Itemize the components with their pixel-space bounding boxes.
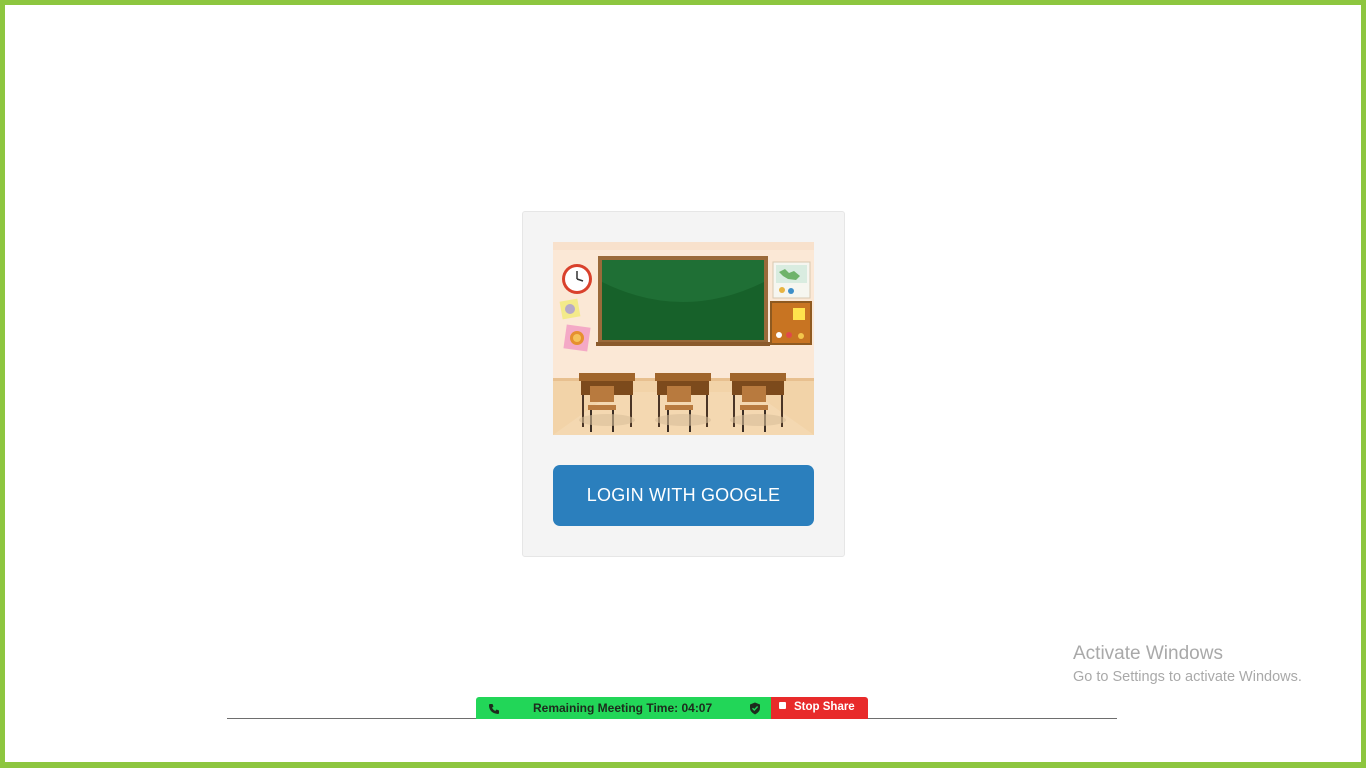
meeting-status-bar[interactable]: Remaining Meeting Time: 04:07 bbox=[476, 697, 771, 719]
classroom-illustration bbox=[553, 242, 814, 435]
login-card: LOGIN WITH GOOGLE bbox=[522, 211, 845, 557]
watermark-subtitle: Go to Settings to activate Windows. bbox=[1073, 669, 1302, 685]
shield-check-icon bbox=[749, 702, 761, 715]
login-with-google-button[interactable]: LOGIN WITH GOOGLE bbox=[553, 465, 814, 526]
remaining-meeting-time: Remaining Meeting Time: 04:07 bbox=[533, 701, 713, 715]
watermark-title: Activate Windows bbox=[1073, 643, 1223, 664]
stop-share-label: Stop Share bbox=[794, 701, 855, 713]
activate-windows-watermark: Activate Windows Go to Settings to activ… bbox=[1073, 643, 1302, 687]
phone-icon[interactable] bbox=[488, 702, 500, 714]
stop-share-button[interactable]: Stop Share bbox=[771, 697, 868, 719]
stop-icon bbox=[779, 702, 786, 709]
